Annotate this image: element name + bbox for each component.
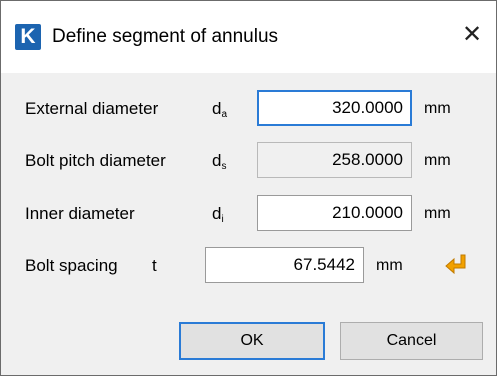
external-diameter-label: External diameter xyxy=(25,99,159,118)
dialog-title: Define segment of annulus xyxy=(52,26,279,47)
external-diameter-unit: mm xyxy=(424,100,451,117)
bolt-spacing-symbol: t xyxy=(152,256,157,275)
bolt-pitch-diameter-symbol: ds xyxy=(212,151,227,172)
bolt-spacing-input[interactable] xyxy=(205,247,364,283)
bolt-spacing-unit: mm xyxy=(376,257,403,274)
close-icon[interactable]: ✕ xyxy=(457,20,487,50)
bolt-pitch-diameter-label: Bolt pitch diameter xyxy=(25,151,166,170)
external-diameter-symbol: da xyxy=(212,99,228,120)
transfer-value-button[interactable] xyxy=(444,252,470,278)
inner-diameter-symbol: di xyxy=(212,204,224,225)
bolt-spacing-label: Bolt spacing xyxy=(25,256,118,275)
inner-diameter-input[interactable] xyxy=(257,195,412,231)
inner-diameter-label: Inner diameter xyxy=(25,204,135,223)
bolt-pitch-diameter-unit: mm xyxy=(424,152,451,169)
cancel-button[interactable]: Cancel xyxy=(340,322,483,360)
external-diameter-input[interactable] xyxy=(257,90,412,126)
bolt-pitch-diameter-input xyxy=(257,142,412,178)
arrow-enter-icon xyxy=(445,254,466,275)
app-logo-icon: K xyxy=(15,24,41,50)
ok-button[interactable]: OK xyxy=(179,322,325,360)
inner-diameter-unit: mm xyxy=(424,205,451,222)
title-bar: K Define segment of annulus ✕ xyxy=(1,1,496,73)
define-segment-dialog: K Define segment of annulus ✕ External d… xyxy=(0,0,497,376)
